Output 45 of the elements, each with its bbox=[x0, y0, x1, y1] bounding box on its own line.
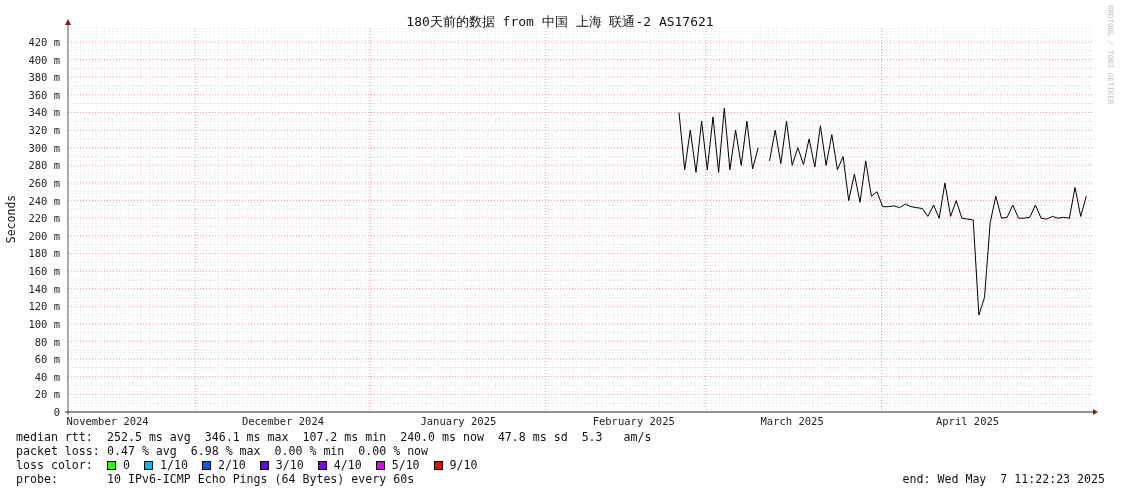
y-tick-label: 200 m bbox=[28, 229, 60, 242]
probe-description: 10 IPv6-ICMP Echo Pings (64 Bytes) every 60s bbox=[107, 472, 415, 486]
y-tick-label: 0 bbox=[53, 406, 60, 418]
y-tick-label: 340 m bbox=[28, 106, 60, 119]
y-tick-label: 80 m bbox=[34, 335, 60, 348]
y-tick-label: 240 m bbox=[28, 194, 60, 207]
loss-color-label: 5/10 bbox=[391, 458, 420, 472]
legend-label: median rtt: bbox=[16, 430, 94, 444]
y-tick-label: 360 m bbox=[28, 88, 60, 101]
y-tick-label: 40 m bbox=[34, 370, 60, 383]
x-tick-label: December 2024 bbox=[241, 415, 325, 427]
y-tick-label: 20 m bbox=[34, 388, 60, 401]
loss-color-label: 3/10 bbox=[275, 458, 304, 472]
x-tick-label: November 2024 bbox=[66, 415, 149, 427]
chart-title: 180天前的数据 from 中国 上海 联通-2 AS17621 bbox=[406, 14, 714, 29]
y-tick-label: 420 m bbox=[28, 36, 60, 48]
y-tick-label: 260 m bbox=[28, 176, 60, 189]
loss-color-label: 1/10 bbox=[160, 458, 188, 472]
x-tick-label: March 2025 bbox=[760, 415, 824, 427]
legend-label: probe: bbox=[16, 472, 59, 486]
y-tick-label: 300 m bbox=[28, 141, 60, 154]
y-tick-label: 280 m bbox=[28, 159, 60, 172]
legend-label: loss color: bbox=[16, 458, 94, 472]
y-tick-label: 380 m bbox=[28, 71, 60, 84]
y-tick-label: 180 m bbox=[28, 247, 60, 260]
x-tick-label: February 2025 bbox=[592, 415, 675, 427]
y-axis-label: Seconds bbox=[4, 194, 18, 244]
y-tick-label: 160 m bbox=[28, 265, 60, 278]
median-rtt-stats: 252.5 ms avg 346.1 ms max 107.2 ms min 240.0 ms now 47.8 ms sd 5.3 am/s bbox=[107, 430, 652, 444]
end-time: end: Wed May 7 11:22:23 2025 bbox=[902, 472, 1105, 486]
loss-color-label: 4/10 bbox=[333, 458, 362, 472]
legend-label: packet loss: bbox=[16, 444, 101, 458]
y-tick-label: 120 m bbox=[28, 300, 60, 313]
loss-color-label: 9/10 bbox=[449, 458, 478, 472]
packet-loss-stats: 0.47 % avg 6.98 % max 0.00 % min 0.00 % now bbox=[107, 444, 429, 458]
y-tick-label: 60 m bbox=[34, 353, 60, 366]
x-tick-label: January 2025 bbox=[420, 415, 497, 427]
y-tick-label: 400 m bbox=[28, 53, 60, 66]
loss-color-label: 0 bbox=[123, 458, 130, 472]
loss-color-label: 2/10 bbox=[217, 458, 246, 472]
y-tick-label: 140 m bbox=[28, 282, 60, 295]
y-tick-label: 220 m bbox=[28, 212, 60, 225]
y-tick-label: 320 m bbox=[28, 124, 60, 137]
x-tick-label: April 2025 bbox=[935, 415, 1000, 427]
y-tick-label: 100 m bbox=[28, 317, 60, 330]
